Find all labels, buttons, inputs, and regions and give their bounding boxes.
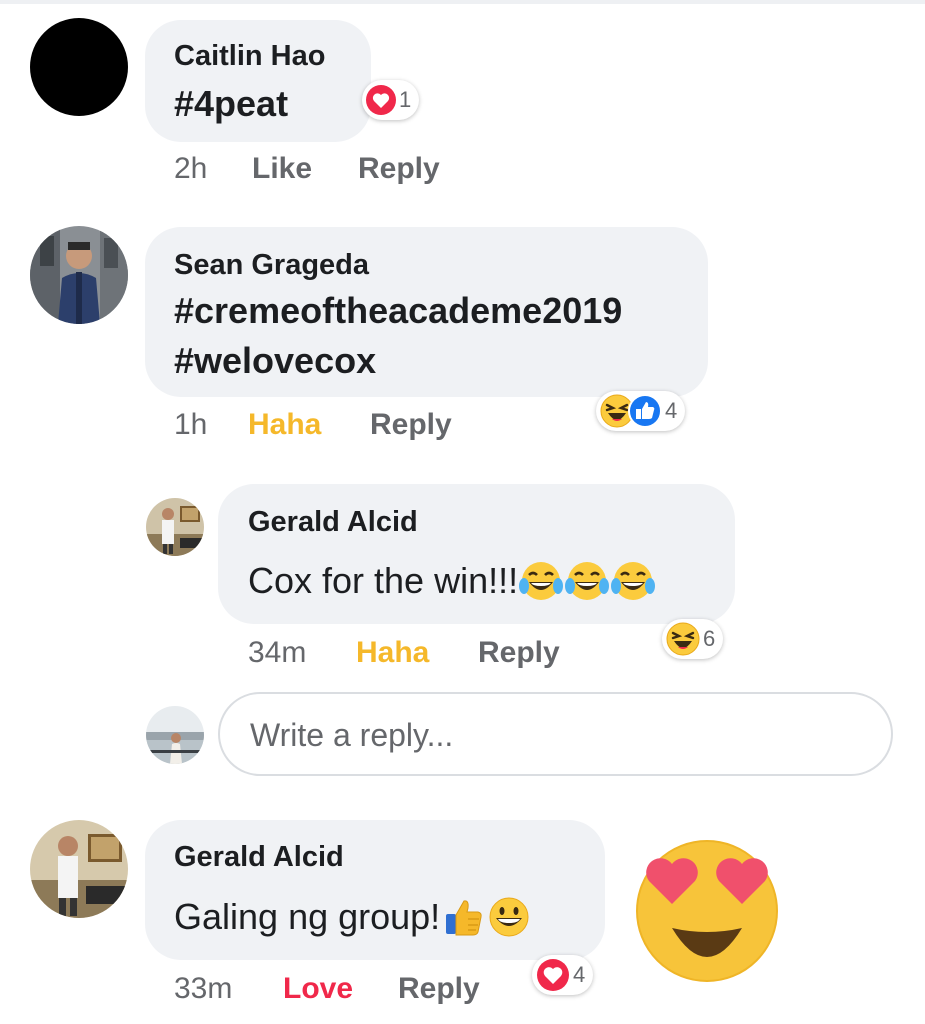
avatar <box>146 706 204 764</box>
reply-author[interactable]: Gerald Alcid <box>248 506 418 539</box>
comment-text: #4peat <box>174 83 289 124</box>
avatar[interactable] <box>30 820 128 918</box>
avatar[interactable] <box>30 226 128 324</box>
reaction-summary[interactable]: 4 <box>532 955 594 995</box>
reaction-summary[interactable]: 4 <box>596 391 686 431</box>
comment-text: Galing ng group! <box>174 892 532 942</box>
haha-button[interactable]: Haha <box>356 636 429 670</box>
thumbs-up-emoji-icon <box>440 894 486 940</box>
reply-input[interactable] <box>248 712 852 758</box>
haha-button[interactable]: Haha <box>248 408 321 442</box>
comment-author[interactable]: Gerald Alcid <box>174 841 344 874</box>
like-button[interactable]: Like <box>252 152 312 186</box>
heart-icon <box>536 958 570 992</box>
reply-button[interactable]: Reply <box>358 152 440 186</box>
reply-button[interactable]: Reply <box>398 972 480 1006</box>
reaction-count: 1 <box>399 87 412 112</box>
reply-text-content: Cox for the win!!! <box>248 560 519 601</box>
thumbs-up-icon <box>628 394 662 428</box>
tears-of-joy-icon <box>610 558 656 604</box>
comment-time[interactable]: 33m <box>174 972 232 1006</box>
comment-text-line-1: #cremeoftheacademe2019 <box>174 290 623 331</box>
reaction-count: 6 <box>703 626 716 651</box>
comment-time[interactable]: 2h <box>174 152 207 186</box>
comment-text-content: Galing ng group! <box>174 896 441 937</box>
top-divider <box>0 0 925 4</box>
comment-text-line-2: #welovecox <box>174 340 377 381</box>
heart-eyes-sticker <box>632 836 782 986</box>
reply-time[interactable]: 34m <box>248 636 306 670</box>
heart-icon <box>366 85 396 115</box>
grinning-face-icon <box>486 894 532 940</box>
reaction-count: 4 <box>665 398 678 423</box>
reply-button[interactable]: Reply <box>478 636 560 670</box>
reaction-summary[interactable]: 6 <box>662 619 724 659</box>
comment-author[interactable]: Sean Grageda <box>174 249 369 282</box>
avatar[interactable] <box>30 18 128 116</box>
reaction-summary[interactable]: 1 <box>362 80 420 120</box>
love-button[interactable]: Love <box>283 972 353 1006</box>
reaction-count: 4 <box>573 962 586 987</box>
tears-of-joy-icon <box>564 558 610 604</box>
reply-input-container[interactable] <box>218 692 893 776</box>
tears-of-joy-icon <box>518 558 564 604</box>
laughing-face-icon <box>666 622 700 656</box>
comment-author[interactable]: Caitlin Hao <box>174 40 325 73</box>
reply-text: Cox for the win!!! <box>248 556 656 606</box>
reply-button[interactable]: Reply <box>370 408 452 442</box>
avatar[interactable] <box>146 498 204 556</box>
comment-time[interactable]: 1h <box>174 408 207 442</box>
